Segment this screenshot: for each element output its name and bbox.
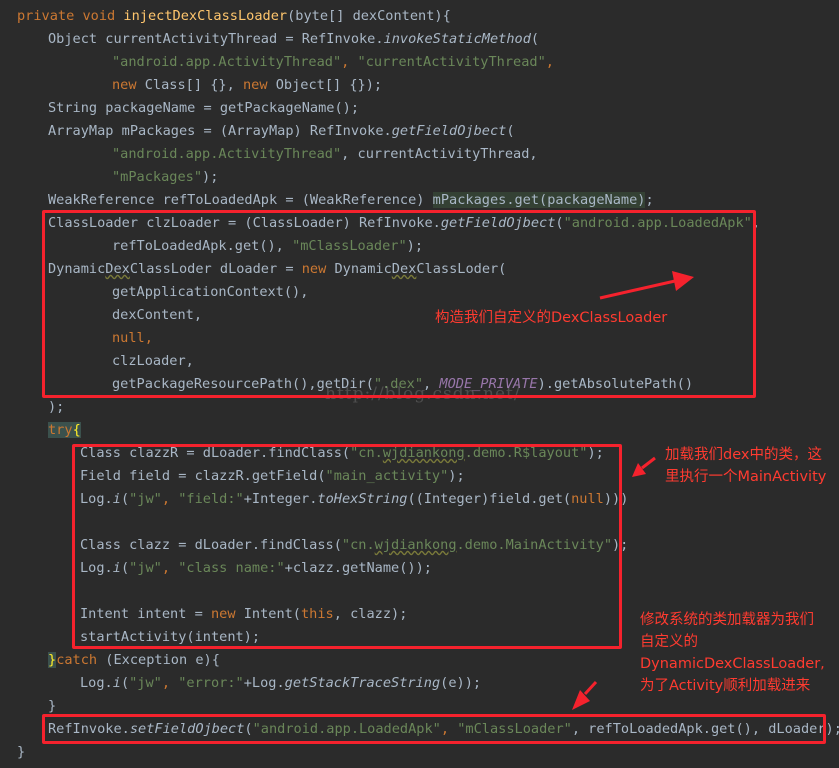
- arrow-to-setfield-box: [572, 680, 598, 710]
- annotation-arrows: [572, 271, 694, 710]
- arrow-to-classloader-box: [599, 271, 694, 300]
- arrow-to-loadclass-box: [632, 456, 656, 477]
